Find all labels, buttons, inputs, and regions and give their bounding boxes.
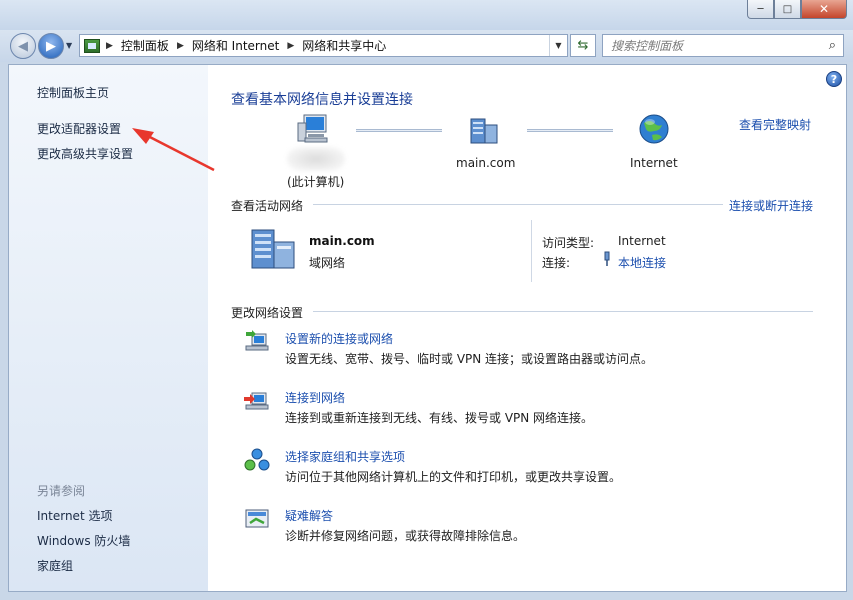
- change-settings-heading: 更改网络设置: [231, 306, 304, 320]
- active-network-type: 域网络: [309, 256, 346, 270]
- setup-connection-link[interactable]: 设置新的连接或网络: [285, 330, 393, 347]
- page-title: 查看基本网络信息并设置连接: [231, 92, 413, 108]
- active-network-name: main.com: [309, 234, 375, 248]
- redacted-computer-name: [287, 147, 345, 171]
- control-panel-icon: [84, 38, 100, 53]
- computer-icon: [297, 114, 328, 143]
- sidebar-item-change-adapter-settings[interactable]: 更改适配器设置: [37, 120, 121, 137]
- internet-node-label: Internet: [630, 156, 678, 170]
- local-connection-link[interactable]: 本地连接: [618, 254, 666, 271]
- navigation-bar: ◀ ▶ ▼ ▶ 控制面板 ▶ 网络和 Internet ▶ 网络和共享中心 ▼ …: [0, 30, 853, 62]
- connect-network-desc: 连接到或重新连接到无线、有线、拨号或 VPN 网络连接。: [285, 411, 594, 425]
- setup-connection-desc: 设置无线、宽带、拨号、临时或 VPN 连接；或设置路由器或访问点。: [285, 352, 654, 366]
- sidebar-item-change-advanced-sharing[interactable]: 更改高级共享设置: [37, 145, 133, 162]
- help-icon[interactable]: ?: [826, 71, 842, 87]
- connection-label: 连接:: [542, 256, 571, 270]
- computer-node: [294, 113, 334, 148]
- sidebar-item-homegroup[interactable]: 家庭组: [37, 557, 73, 574]
- section-divider: [313, 204, 723, 205]
- see-also-heading: 另请参阅: [37, 484, 86, 498]
- troubleshoot-link[interactable]: 疑难解答: [285, 507, 333, 524]
- breadcrumb: ▶ 控制面板 ▶ 网络和 Internet ▶ 网络和共享中心: [100, 37, 386, 54]
- ethernet-icon: [604, 251, 610, 266]
- domain-node: [468, 115, 500, 148]
- vertical-divider: [531, 220, 532, 282]
- close-button[interactable]: ✕: [801, 0, 847, 19]
- globe-icon: [639, 114, 669, 144]
- homegroup-icon: [244, 448, 270, 471]
- homegroup-sharing-link[interactable]: 选择家庭组和共享选项: [285, 448, 405, 465]
- maximize-button[interactable]: □: [774, 0, 801, 19]
- chevron-down-icon: ▼: [66, 41, 73, 50]
- back-button[interactable]: ◀: [10, 33, 36, 59]
- access-type-value: Internet: [618, 234, 666, 248]
- connection-line: [356, 129, 442, 132]
- sidebar-item-windows-firewall[interactable]: Windows 防火墙: [37, 532, 130, 549]
- refresh-button[interactable]: ⇆: [570, 34, 596, 57]
- breadcrumb-network-internet[interactable]: 网络和 Internet: [192, 37, 279, 54]
- troubleshoot-icon: [245, 509, 269, 528]
- section-divider: [313, 311, 813, 312]
- server-icon: [470, 118, 498, 144]
- new-connection-icon: [245, 330, 269, 351]
- breadcrumb-control-panel[interactable]: 控制面板: [121, 37, 169, 54]
- breadcrumb-network-sharing-center[interactable]: 网络和共享中心: [302, 37, 386, 54]
- connect-network-link[interactable]: 连接到网络: [285, 389, 345, 406]
- domain-network-icon: [251, 229, 295, 269]
- troubleshoot-desc: 诊断并修复网络问题，或获得故障排除信息。: [285, 529, 526, 543]
- sidebar-item-internet-options[interactable]: Internet 选项: [37, 507, 112, 524]
- computer-node-label: (此计算机): [287, 175, 345, 189]
- address-bar[interactable]: ▶ 控制面板 ▶ 网络和 Internet ▶ 网络和共享中心 ▼: [79, 34, 568, 57]
- search-icon[interactable]: ⌕: [829, 38, 836, 53]
- sidebar-item-control-panel-home[interactable]: 控制面板主页: [37, 84, 109, 101]
- annotation-arrow-icon: [132, 128, 215, 172]
- internet-node: [638, 113, 670, 148]
- connect-disconnect-link[interactable]: 连接或断开连接: [729, 197, 813, 214]
- arrow-right-icon: ▶: [46, 38, 56, 54]
- chevron-right-icon[interactable]: ▶: [287, 41, 294, 51]
- search-box: ⌕: [602, 34, 844, 57]
- active-networks-heading: 查看活动网络: [231, 199, 304, 213]
- domain-node-label: main.com: [456, 156, 516, 170]
- chevron-down-icon: ▼: [555, 41, 562, 50]
- main-panel: ? 查看基本网络信息并设置连接 查看完整映射 (此计算机) main.com I…: [208, 65, 846, 591]
- arrow-left-icon: ◀: [18, 38, 28, 54]
- search-input[interactable]: [611, 38, 811, 53]
- view-full-map-link[interactable]: 查看完整映射: [739, 116, 811, 133]
- minimize-button[interactable]: ─: [747, 0, 774, 19]
- homegroup-sharing-desc: 访问位于其他网络计算机上的文件和打印机，或更改共享设置。: [285, 470, 622, 484]
- chevron-right-icon[interactable]: ▶: [177, 41, 184, 51]
- window-controls: ─ □ ✕: [747, 0, 847, 19]
- address-dropdown-button[interactable]: ▼: [549, 35, 567, 56]
- refresh-icon: ⇆: [577, 38, 589, 53]
- connect-network-icon: [244, 392, 269, 410]
- connection-line: [527, 129, 613, 132]
- chevron-right-icon[interactable]: ▶: [106, 41, 113, 51]
- access-type-label: 访问类型:: [542, 236, 595, 250]
- recent-pages-dropdown[interactable]: ▼: [66, 41, 72, 50]
- title-bar: ─ □ ✕: [0, 0, 853, 30]
- forward-button[interactable]: ▶: [38, 33, 64, 59]
